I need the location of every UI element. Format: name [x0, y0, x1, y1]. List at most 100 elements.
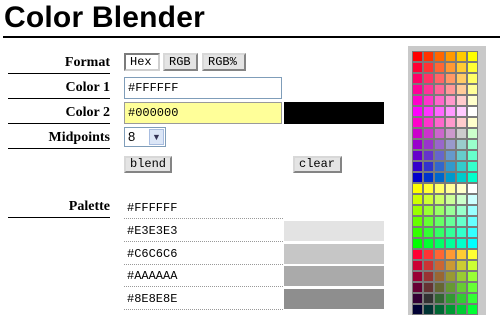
- color-cell[interactable]: [412, 51, 423, 62]
- color-cell[interactable]: [445, 161, 456, 172]
- color-cell[interactable]: [434, 95, 445, 106]
- color-cell[interactable]: [456, 293, 467, 304]
- color-cell[interactable]: [445, 194, 456, 205]
- color-cell[interactable]: [423, 194, 434, 205]
- color-cell[interactable]: [456, 304, 467, 315]
- color-cell[interactable]: [412, 117, 423, 128]
- color-cell[interactable]: [445, 304, 456, 315]
- color-cell[interactable]: [423, 84, 434, 95]
- color-cell[interactable]: [423, 260, 434, 271]
- color1-input[interactable]: #FFFFFF: [124, 77, 282, 99]
- color-cell[interactable]: [423, 227, 434, 238]
- color-cell[interactable]: [456, 84, 467, 95]
- color-cell[interactable]: [445, 128, 456, 139]
- color-cell[interactable]: [412, 172, 423, 183]
- color-cell[interactable]: [456, 51, 467, 62]
- chevron-down-icon[interactable]: ▼: [149, 129, 164, 145]
- color-cell[interactable]: [456, 106, 467, 117]
- color-cell[interactable]: [423, 282, 434, 293]
- color-cell[interactable]: [467, 84, 478, 95]
- color-cell[interactable]: [412, 95, 423, 106]
- color-cell[interactable]: [456, 73, 467, 84]
- color-cell[interactable]: [445, 249, 456, 260]
- color-cell[interactable]: [412, 304, 423, 315]
- color-cell[interactable]: [445, 139, 456, 150]
- color-cell[interactable]: [412, 150, 423, 161]
- color-cell[interactable]: [434, 238, 445, 249]
- color-cell[interactable]: [412, 106, 423, 117]
- color-cell[interactable]: [445, 260, 456, 271]
- color-cell[interactable]: [423, 172, 434, 183]
- color-cell[interactable]: [434, 150, 445, 161]
- color-cell[interactable]: [445, 84, 456, 95]
- color-cell[interactable]: [423, 249, 434, 260]
- color-cell[interactable]: [434, 293, 445, 304]
- color-cell[interactable]: [412, 260, 423, 271]
- color-cell[interactable]: [434, 73, 445, 84]
- color-cell[interactable]: [456, 139, 467, 150]
- color-cell[interactable]: [434, 84, 445, 95]
- color-cell[interactable]: [456, 260, 467, 271]
- color-cell[interactable]: [434, 172, 445, 183]
- color-cell[interactable]: [445, 95, 456, 106]
- color-cell[interactable]: [412, 73, 423, 84]
- color-cell[interactable]: [423, 106, 434, 117]
- color-cell[interactable]: [412, 282, 423, 293]
- color-cell[interactable]: [423, 139, 434, 150]
- format-rgb-percent-button[interactable]: RGB%: [202, 53, 246, 71]
- color-cell[interactable]: [434, 271, 445, 282]
- color-cell[interactable]: [467, 249, 478, 260]
- color-cell[interactable]: [423, 62, 434, 73]
- color-cell[interactable]: [445, 117, 456, 128]
- color-cell[interactable]: [467, 194, 478, 205]
- color-cell[interactable]: [456, 271, 467, 282]
- color-cell[interactable]: [467, 161, 478, 172]
- color-cell[interactable]: [456, 238, 467, 249]
- color-cell[interactable]: [423, 161, 434, 172]
- color-cell[interactable]: [445, 73, 456, 84]
- color-cell[interactable]: [467, 128, 478, 139]
- color-cell[interactable]: [434, 117, 445, 128]
- color-cell[interactable]: [445, 271, 456, 282]
- color-cell[interactable]: [467, 238, 478, 249]
- color-cell[interactable]: [423, 95, 434, 106]
- color-cell[interactable]: [412, 84, 423, 95]
- color-cell[interactable]: [423, 238, 434, 249]
- color-cell[interactable]: [445, 238, 456, 249]
- color-cell[interactable]: [467, 150, 478, 161]
- color-cell[interactable]: [434, 282, 445, 293]
- color-cell[interactable]: [423, 51, 434, 62]
- blend-button[interactable]: blend: [124, 156, 172, 173]
- color-cell[interactable]: [445, 172, 456, 183]
- color-cell[interactable]: [467, 172, 478, 183]
- color-cell[interactable]: [412, 128, 423, 139]
- color-cell[interactable]: [456, 282, 467, 293]
- color-cell[interactable]: [467, 271, 478, 282]
- clear-button[interactable]: clear: [293, 156, 342, 173]
- color-cell[interactable]: [434, 128, 445, 139]
- color-cell[interactable]: [467, 139, 478, 150]
- color-cell[interactable]: [456, 205, 467, 216]
- color-cell[interactable]: [412, 139, 423, 150]
- color-cell[interactable]: [423, 117, 434, 128]
- color-cell[interactable]: [423, 216, 434, 227]
- color-cell[interactable]: [467, 205, 478, 216]
- color-cell[interactable]: [445, 150, 456, 161]
- color-cell[interactable]: [456, 183, 467, 194]
- color-cell[interactable]: [412, 161, 423, 172]
- color-cell[interactable]: [456, 194, 467, 205]
- color-cell[interactable]: [445, 106, 456, 117]
- color-cell[interactable]: [445, 183, 456, 194]
- color-cell[interactable]: [456, 95, 467, 106]
- color-cell[interactable]: [445, 51, 456, 62]
- color-cell[interactable]: [456, 227, 467, 238]
- color-cell[interactable]: [434, 304, 445, 315]
- color-cell[interactable]: [467, 106, 478, 117]
- color-cell[interactable]: [434, 205, 445, 216]
- color-cell[interactable]: [467, 62, 478, 73]
- color-cell[interactable]: [456, 161, 467, 172]
- color-cell[interactable]: [412, 216, 423, 227]
- color-cell[interactable]: [445, 216, 456, 227]
- color-cell[interactable]: [467, 51, 478, 62]
- color-cell[interactable]: [423, 128, 434, 139]
